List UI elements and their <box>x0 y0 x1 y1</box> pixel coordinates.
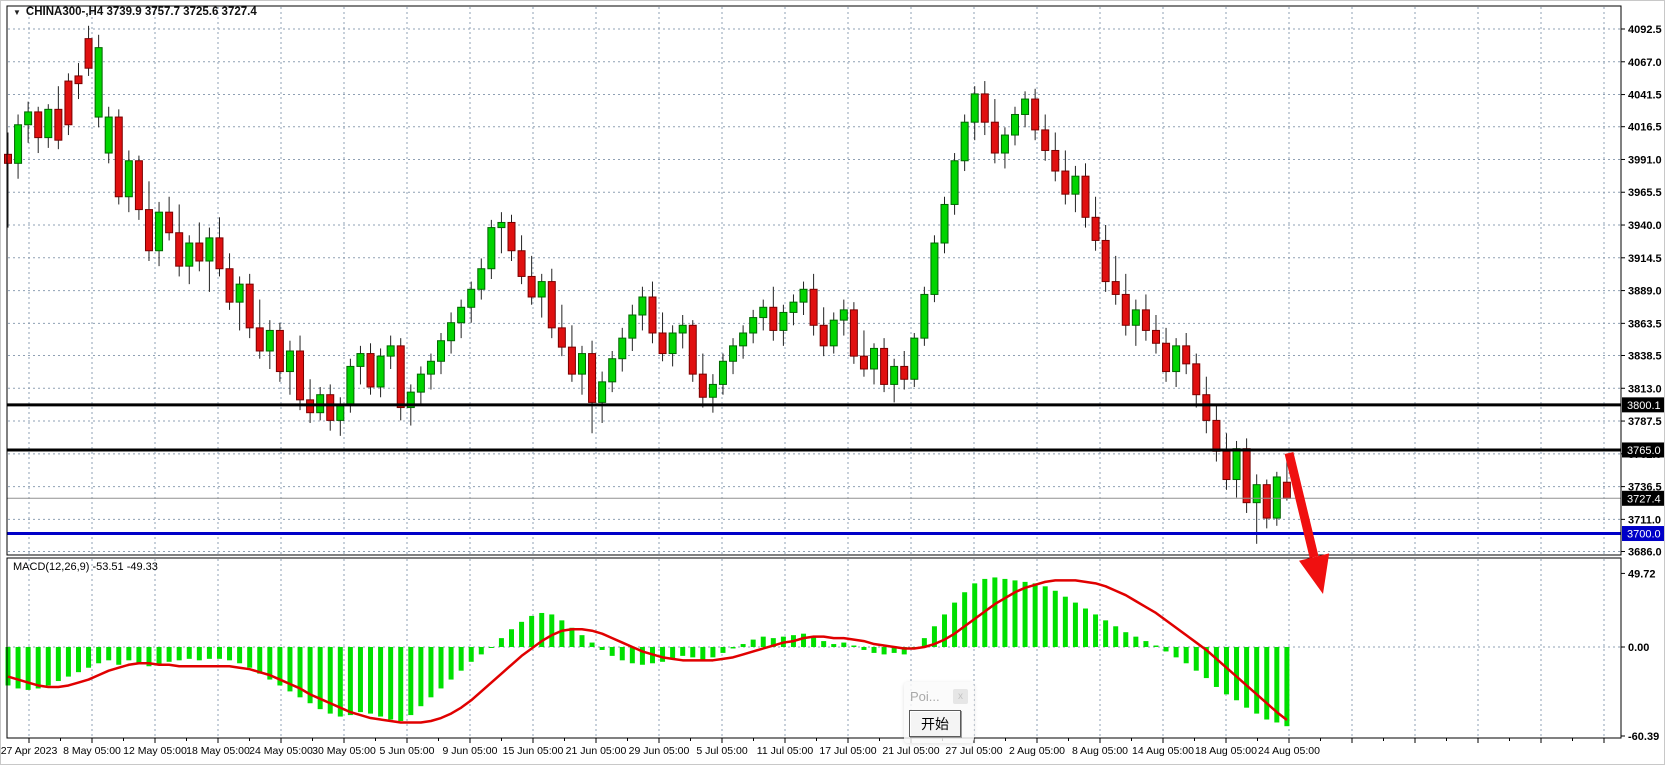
svg-text:5 Jul 05:00: 5 Jul 05:00 <box>696 745 748 757</box>
candles-layer <box>5 26 1291 544</box>
svg-text:3965.5: 3965.5 <box>1628 187 1662 199</box>
svg-text:11 Jul 05:00: 11 Jul 05:00 <box>757 745 814 757</box>
trading-chart-window: 4092.5 4067.0 4041.5 4016.5 3991.0 3965.5 3940… <box>0 0 1665 765</box>
svg-text:21 Jul 05:00: 21 Jul 05:00 <box>882 745 939 757</box>
symbol-ohlc-text: CHINA300-,H4 3739.9 3757.7 3725.6 3727.4 <box>26 6 257 18</box>
time-axis[interactable]: 27 Apr 2023 8 May 05:0012 May 05:0018 May… <box>1 738 1604 757</box>
svg-text:30 May 05:00: 30 May 05:00 <box>312 745 376 757</box>
svg-text:24 Aug 05:00: 24 Aug 05:00 <box>1258 745 1320 757</box>
svg-text:15 Jun 05:00: 15 Jun 05:00 <box>503 745 564 757</box>
svg-text:14 Aug 05:00: 14 Aug 05:00 <box>1132 745 1194 757</box>
svg-text:3765.0: 3765.0 <box>1627 445 1661 457</box>
grid-layer <box>8 7 1620 737</box>
svg-text:4067.0: 4067.0 <box>1628 57 1662 69</box>
popup-title: Poi... <box>910 689 940 704</box>
svg-text:8 May 05:00: 8 May 05:00 <box>63 745 121 757</box>
symbol-dropdown-icon[interactable]: ▼ <box>13 8 21 17</box>
down-arrow-annotation[interactable] <box>1289 453 1329 594</box>
svg-text:3813.0: 3813.0 <box>1628 383 1662 395</box>
price-chart-canvas[interactable]: 4092.5 4067.0 4041.5 4016.5 3991.0 3965.5 3940… <box>1 1 1665 765</box>
svg-text:18 Aug 05:00: 18 Aug 05:00 <box>1195 745 1257 757</box>
macd-indicator-label: MACD(12,26,9) -53.51 -49.33 <box>13 561 158 573</box>
svg-text:4041.5: 4041.5 <box>1628 90 1662 102</box>
svg-text:18 May 05:00: 18 May 05:00 <box>186 745 250 757</box>
svg-text:2 Aug 05:00: 2 Aug 05:00 <box>1009 745 1065 757</box>
horizontal-lines-layer[interactable] <box>7 405 1621 534</box>
overlay-popup[interactable]: Poi... x 开始 <box>904 682 974 743</box>
macd-histogram-layer <box>6 577 1290 726</box>
start-button[interactable]: 开始 <box>909 710 961 737</box>
svg-text:3991.0: 3991.0 <box>1628 154 1662 166</box>
svg-text:8 Aug 05:00: 8 Aug 05:00 <box>1072 745 1128 757</box>
svg-text:3800.1: 3800.1 <box>1627 400 1661 412</box>
macd-axis[interactable]: 49.72 0.00 -60.39 <box>1621 568 1659 743</box>
svg-text:17 Jul 05:00: 17 Jul 05:00 <box>819 745 876 757</box>
close-icon[interactable]: x <box>953 689 968 704</box>
svg-text:27 Jul 05:00: 27 Jul 05:00 <box>945 745 1002 757</box>
svg-text:5 Jun 05:00: 5 Jun 05:00 <box>380 745 435 757</box>
svg-text:3889.0: 3889.0 <box>1628 286 1662 298</box>
svg-text:3863.5: 3863.5 <box>1628 318 1662 330</box>
svg-text:-60.39: -60.39 <box>1628 731 1659 743</box>
svg-text:4016.5: 4016.5 <box>1628 122 1662 134</box>
svg-text:3711.0: 3711.0 <box>1628 514 1661 526</box>
popup-header[interactable]: Poi... x <box>909 686 969 707</box>
svg-text:0.00: 0.00 <box>1628 642 1649 654</box>
svg-text:3686.0: 3686.0 <box>1628 547 1662 559</box>
svg-text:3700.0: 3700.0 <box>1627 529 1661 541</box>
price-axis[interactable]: 4092.5 4067.0 4041.5 4016.5 3991.0 3965.5 3940… <box>1621 24 1662 559</box>
panel-borders <box>7 6 1621 738</box>
svg-text:12 May 05:00: 12 May 05:00 <box>123 745 187 757</box>
svg-text:3914.5: 3914.5 <box>1628 253 1662 265</box>
svg-text:29 Jun 05:00: 29 Jun 05:00 <box>629 745 690 757</box>
svg-text:49.72: 49.72 <box>1628 568 1656 580</box>
svg-text:3838.5: 3838.5 <box>1628 350 1662 362</box>
svg-text:3727.4: 3727.4 <box>1627 493 1661 505</box>
svg-text:27 Apr 2023: 27 Apr 2023 <box>1 745 57 757</box>
svg-text:4092.5: 4092.5 <box>1628 24 1662 36</box>
chart-title: ▼ CHINA300-,H4 3739.9 3757.7 3725.6 3727… <box>13 6 257 18</box>
svg-text:3787.5: 3787.5 <box>1628 416 1662 428</box>
svg-text:9 Jun 05:00: 9 Jun 05:00 <box>443 745 498 757</box>
svg-text:24 May 05:00: 24 May 05:00 <box>249 745 313 757</box>
svg-text:3940.0: 3940.0 <box>1628 220 1662 232</box>
svg-text:21 Jun 05:00: 21 Jun 05:00 <box>566 745 627 757</box>
